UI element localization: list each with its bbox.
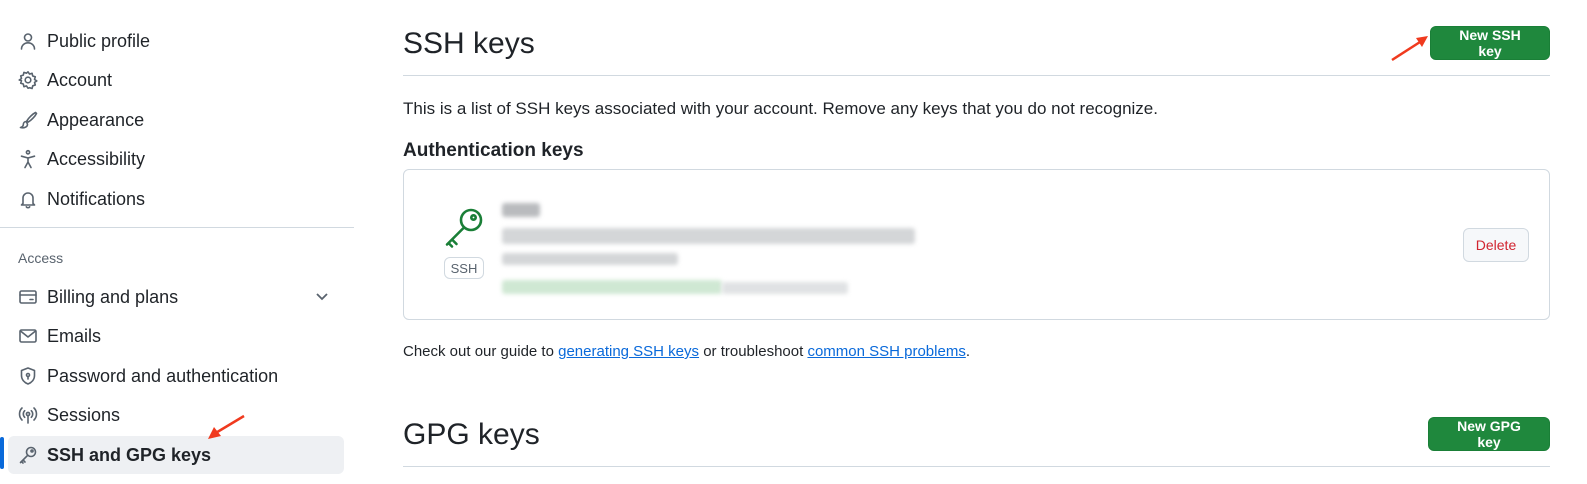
key-icon	[442, 206, 486, 250]
new-ssh-key-button[interactable]: New SSH key	[1430, 26, 1550, 60]
common-ssh-problems-link[interactable]: common SSH problems	[807, 343, 965, 360]
redacted-key-access	[722, 282, 848, 294]
sidebar-item-password-authentication[interactable]: Password and authentication	[8, 357, 344, 395]
credit-card-icon	[17, 286, 39, 308]
sidebar-item-appearance[interactable]: Appearance	[8, 101, 344, 139]
sidebar-divider	[0, 227, 354, 228]
person-icon	[17, 30, 39, 52]
sidebar-item-label: Account	[47, 69, 113, 90]
gpg-keys-title: GPG keys	[403, 418, 540, 451]
ssh-type-label: SSH	[444, 257, 484, 279]
sidebar-item-accessibility[interactable]: Accessibility	[8, 140, 344, 178]
guide-middle: or troubleshoot	[699, 343, 808, 360]
annotation-arrow	[1391, 36, 1428, 62]
sidebar-item-label: Appearance	[47, 109, 145, 130]
mail-icon	[17, 325, 39, 347]
ssh-keys-title: SSH keys	[403, 27, 535, 60]
sidebar-item-notifications[interactable]: Notifications	[8, 180, 344, 218]
sidebar-item-label: Sessions	[47, 404, 121, 425]
bell-icon	[17, 188, 39, 210]
authentication-keys-heading: Authentication keys	[403, 140, 584, 161]
sidebar-item-account[interactable]: Account	[8, 61, 344, 99]
gpg-title-divider	[403, 466, 1550, 467]
annotation-arrow	[208, 414, 245, 439]
sidebar-item-label: Notifications	[47, 188, 146, 209]
broadcast-icon	[17, 404, 39, 426]
generating-ssh-keys-link[interactable]: generating SSH keys	[558, 343, 699, 360]
redacted-key-date	[502, 253, 678, 265]
guide-prefix: Check out our guide to	[403, 343, 559, 360]
ssh-key-item: SSH Delete	[403, 169, 1550, 320]
ssh-guide-text: Check out our guide to generating SSH ke…	[403, 343, 970, 360]
active-indicator	[0, 437, 4, 469]
sidebar-item-label: Password and authentication	[47, 365, 279, 386]
sidebar-item-label: Billing and plans	[47, 286, 179, 307]
chevron-down-icon[interactable]	[314, 288, 330, 304]
sidebar-item-billing[interactable]: Billing and plans	[8, 278, 344, 316]
gear-icon	[17, 69, 39, 91]
accessibility-icon	[17, 148, 39, 170]
guide-suffix: .	[965, 343, 970, 360]
sidebar-item-label: SSH and GPG keys	[47, 444, 212, 465]
shield-lock-icon	[17, 365, 39, 387]
ssh-title-divider	[403, 75, 1550, 76]
paintbrush-icon	[17, 109, 39, 131]
settings-sidebar: Public profile Account Appearance Access…	[0, 0, 356, 484]
sidebar-item-public-profile[interactable]: Public profile	[8, 22, 344, 60]
sidebar-item-label: Accessibility	[47, 148, 146, 169]
sidebar-item-label: Emails	[47, 325, 102, 346]
delete-key-button[interactable]: Delete	[1463, 228, 1529, 262]
sidebar-item-label: Public profile	[47, 30, 151, 51]
sidebar-item-ssh-gpg-keys[interactable]: SSH and GPG keys	[8, 436, 344, 474]
key-icon	[17, 444, 39, 466]
ssh-keys-description: This is a list of SSH keys associated wi…	[403, 99, 1158, 118]
sidebar-item-emails[interactable]: Emails	[8, 317, 344, 355]
sidebar-item-sessions[interactable]: Sessions	[8, 396, 344, 434]
settings-page: Public profile Account Appearance Access…	[0, 0, 1587, 484]
new-gpg-key-button[interactable]: New GPG key	[1428, 417, 1550, 451]
sidebar-section-heading-access: Access	[18, 250, 64, 266]
redacted-key-usage	[502, 280, 722, 294]
ssh-gpg-keys-content: SSH keys New SSH key This is a list of S…	[403, 0, 1550, 484]
redacted-key-title	[502, 203, 540, 217]
redacted-key-fingerprint	[502, 228, 915, 244]
